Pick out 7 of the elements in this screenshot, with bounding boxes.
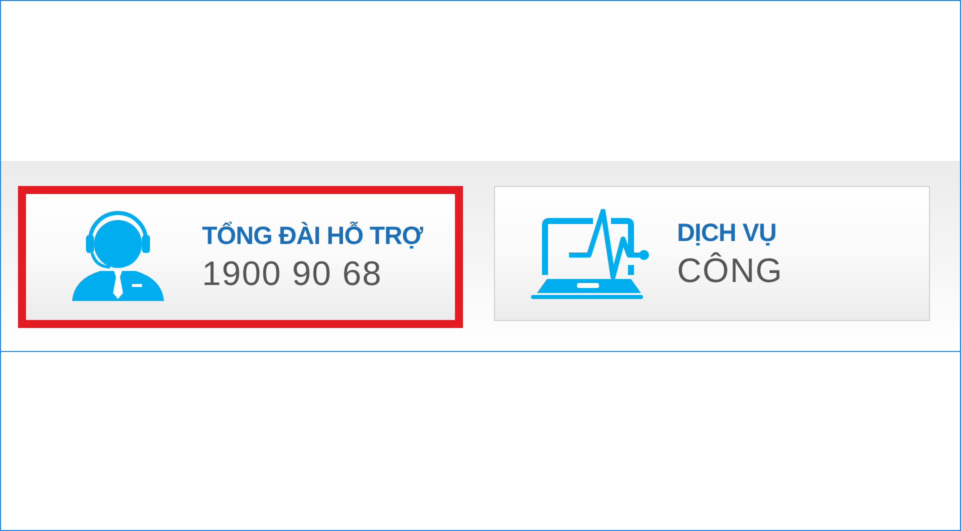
service-card[interactable]: DỊCH VỤ CÔNG: [494, 186, 930, 321]
card-subtitle: CÔNG: [677, 250, 783, 292]
card-subtitle: 1900 90 68: [202, 254, 384, 295]
service-card[interactable]: TỔNG ĐÀI HỖ TRỢ 1900 90 68: [18, 186, 463, 328]
card-title: DỊCH VỤ: [677, 218, 778, 248]
card-title: TỔNG ĐÀI HỖ TRỢ: [202, 220, 423, 252]
laptop-pulse-icon: [531, 208, 649, 298]
